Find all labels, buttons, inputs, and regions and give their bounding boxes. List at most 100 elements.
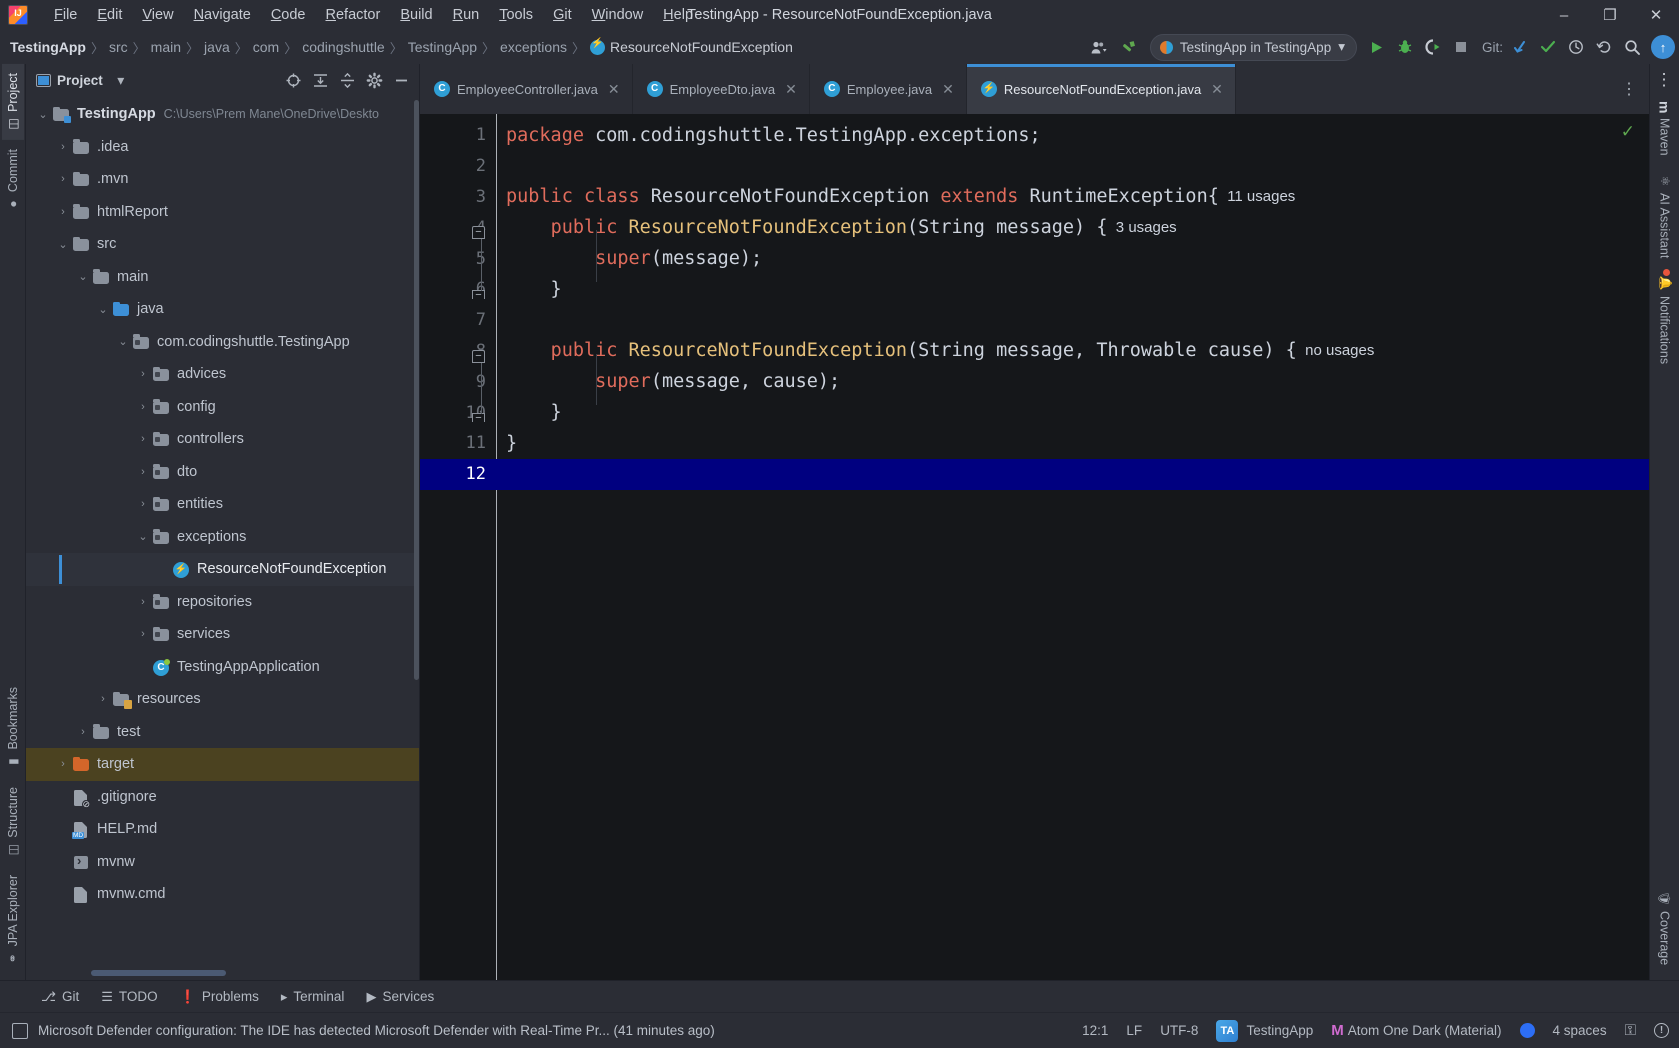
tree-node-exceptions[interactable]: ⌄ exceptions (26, 521, 419, 554)
tree-expand-arrow[interactable]: › (54, 758, 72, 770)
module-indicator[interactable]: TA TestingApp (1216, 1019, 1313, 1042)
code-line-1[interactable]: package com.codingshuttle.TestingApp.exc… (496, 120, 1649, 151)
tree-expand-arrow[interactable]: › (54, 856, 72, 868)
gutter-line-7[interactable]: 7 (420, 305, 496, 336)
code-line-11[interactable]: } (496, 428, 1649, 459)
stripe-notifications[interactable]: 🔔 Notifications (1654, 267, 1676, 373)
tree-expand-arrow[interactable]: ⌄ (114, 335, 132, 348)
file-encoding[interactable]: UTF-8 (1160, 1023, 1198, 1038)
code-editor[interactable]: 123456789101112−−−− package com.codingsh… (420, 114, 1649, 980)
tree-node-htmlreport[interactable]: › htmlReport (26, 196, 419, 229)
stripe-ai-assistant[interactable]: ⚛ AI Assistant (1654, 165, 1676, 267)
tree-expand-arrow[interactable]: › (54, 141, 72, 153)
status-blue-dot-icon[interactable] (1519, 1023, 1535, 1038)
tree-expand-arrow[interactable]: › (54, 791, 72, 803)
tree-node-entities[interactable]: › entities (26, 488, 419, 521)
maximize-button[interactable]: ❐ (1587, 0, 1633, 30)
tree-node--gitignore[interactable]: › .gitignore (26, 781, 419, 814)
tree-expand-arrow[interactable]: › (134, 596, 152, 608)
tree-node-config[interactable]: › config (26, 391, 419, 424)
stripe-commit[interactable]: ● Commit (2, 140, 24, 220)
tree-node-resources[interactable]: › resources (26, 683, 419, 716)
code-line-2[interactable] (496, 151, 1649, 182)
tree-node-advices[interactable]: › advices (26, 358, 419, 391)
run-button[interactable] (1364, 34, 1390, 60)
tree-expand-arrow[interactable]: › (134, 368, 152, 380)
code-line-9[interactable]: super (message, cause); (496, 366, 1649, 397)
tree-node--idea[interactable]: › .idea (26, 131, 419, 164)
tree-node-mvnw[interactable]: › mvnw (26, 846, 419, 879)
git-commit-icon[interactable] (1535, 34, 1561, 60)
tree-node-target[interactable]: › target (26, 748, 419, 781)
minimize-button[interactable]: – (1541, 0, 1587, 30)
tree-node-controllers[interactable]: › controllers (26, 423, 419, 456)
breadcrumb-exceptions[interactable]: exceptions (500, 39, 567, 55)
breadcrumb-java[interactable]: java (204, 39, 230, 55)
fold-marker-bot-line-6[interactable]: − (472, 289, 485, 300)
stripe-structure[interactable]: ◫ Structure (2, 778, 24, 866)
close-icon[interactable]: ✕ (608, 81, 620, 98)
stripe-bookmarks[interactable]: ▮ Bookmarks (2, 678, 24, 778)
tree-expand-arrow[interactable]: › (134, 466, 152, 478)
tree-expand-arrow[interactable]: › (134, 628, 152, 640)
indent-setting[interactable]: 4 spaces (1553, 1023, 1607, 1038)
tree-expand-arrow[interactable]: ⌄ (74, 270, 92, 283)
tree-expand-arrow[interactable]: › (134, 401, 152, 413)
menu-run[interactable]: Run (443, 4, 490, 26)
code-line-10[interactable]: } (496, 397, 1649, 428)
tree-expand-arrow[interactable]: ⌄ (94, 303, 112, 316)
git-rollback-icon[interactable] (1591, 34, 1617, 60)
gutter-line-9[interactable]: 9 (420, 366, 496, 397)
line-separator[interactable]: LF (1126, 1023, 1142, 1038)
hide-panel-icon[interactable] (389, 68, 413, 92)
tree-expand-arrow[interactable]: › (54, 823, 72, 835)
tree-node-help-md[interactable]: › HELP.md (26, 813, 419, 846)
editor-tab-resourcenotfoundexception[interactable]: ResourceNotFoundException.java ✕ (966, 64, 1236, 114)
menu-window[interactable]: Window (582, 4, 654, 26)
menu-edit[interactable]: Edit (87, 4, 132, 26)
gutter-line-5[interactable]: 5 (420, 243, 496, 274)
tree-expand-arrow[interactable]: › (134, 433, 152, 445)
settings-gear-icon[interactable] (362, 68, 386, 92)
breadcrumb-testingapp[interactable]: TestingApp (10, 39, 86, 55)
stripe-jpa-explorer[interactable]: ⚭ JPA Explorer (2, 866, 24, 974)
bottom-tab-git[interactable]: ⎇ Git (32, 985, 88, 1009)
tree-expand-arrow[interactable]: ⌄ (54, 238, 72, 251)
fold-marker-top-line-8[interactable]: − (472, 349, 485, 363)
tree-expand-arrow[interactable]: › (54, 173, 72, 185)
inspection-warning-icon[interactable]: ! (1654, 1023, 1669, 1038)
tree-expand-arrow[interactable]: › (134, 498, 152, 510)
code-line-4[interactable]: public ResourceNotFoundException (String … (496, 212, 1649, 243)
stripe-project[interactable]: ◫ Project (1, 64, 24, 140)
stripe-coverage[interactable]: 🛡 Coverage (1654, 882, 1676, 974)
close-icon[interactable]: ✕ (1211, 81, 1223, 98)
build-hammer-icon[interactable] (1115, 34, 1143, 60)
debug-button[interactable] (1392, 34, 1418, 60)
editor-tabs-more-icon[interactable]: ⋮ (1613, 64, 1645, 114)
code-line-6[interactable]: } (496, 274, 1649, 305)
breadcrumb-src[interactable]: src (109, 39, 128, 55)
status-message[interactable]: Microsoft Defender configuration: The ID… (38, 1023, 715, 1038)
editor-gutter[interactable]: 123456789101112−−−− (420, 114, 496, 980)
code-line-3[interactable]: public class ResourceNotFoundException e… (496, 182, 1649, 213)
tree-expand-arrow[interactable]: ⌄ (134, 530, 152, 543)
tree-expand-arrow[interactable]: › (134, 661, 152, 673)
tree-node-resourcenotfoundexception[interactable]: › ResourceNotFoundException (26, 553, 419, 586)
bottom-tab-services[interactable]: ▶ Services (357, 985, 443, 1009)
account-icon[interactable] (1087, 34, 1113, 60)
update-button-icon[interactable]: ↑ (1651, 35, 1675, 59)
inspection-status-icon[interactable]: ✓ (1621, 122, 1635, 142)
breadcrumb-class[interactable]: ResourceNotFoundException (590, 38, 793, 55)
bottom-tab-terminal[interactable]: ▸ Terminal (272, 985, 354, 1009)
chevron-down-icon[interactable]: ▾ (109, 68, 133, 92)
gutter-line-3[interactable]: 3 (420, 182, 496, 213)
lock-icon[interactable]: ⚿ (1625, 1022, 1636, 1039)
run-configuration-selector[interactable]: TestingApp in TestingApp ▾ (1149, 33, 1357, 61)
tree-node-repositories[interactable]: › repositories (26, 586, 419, 619)
tree-expand-arrow[interactable]: › (154, 563, 172, 575)
theme-indicator[interactable]: M Atom One Dark (Material) (1331, 1022, 1501, 1039)
bottom-tab-todo[interactable]: ☰ TODO (92, 985, 166, 1009)
collapse-all-icon[interactable] (335, 68, 359, 92)
gutter-line-11[interactable]: 11 (420, 428, 496, 459)
close-button[interactable]: ✕ (1633, 0, 1679, 30)
